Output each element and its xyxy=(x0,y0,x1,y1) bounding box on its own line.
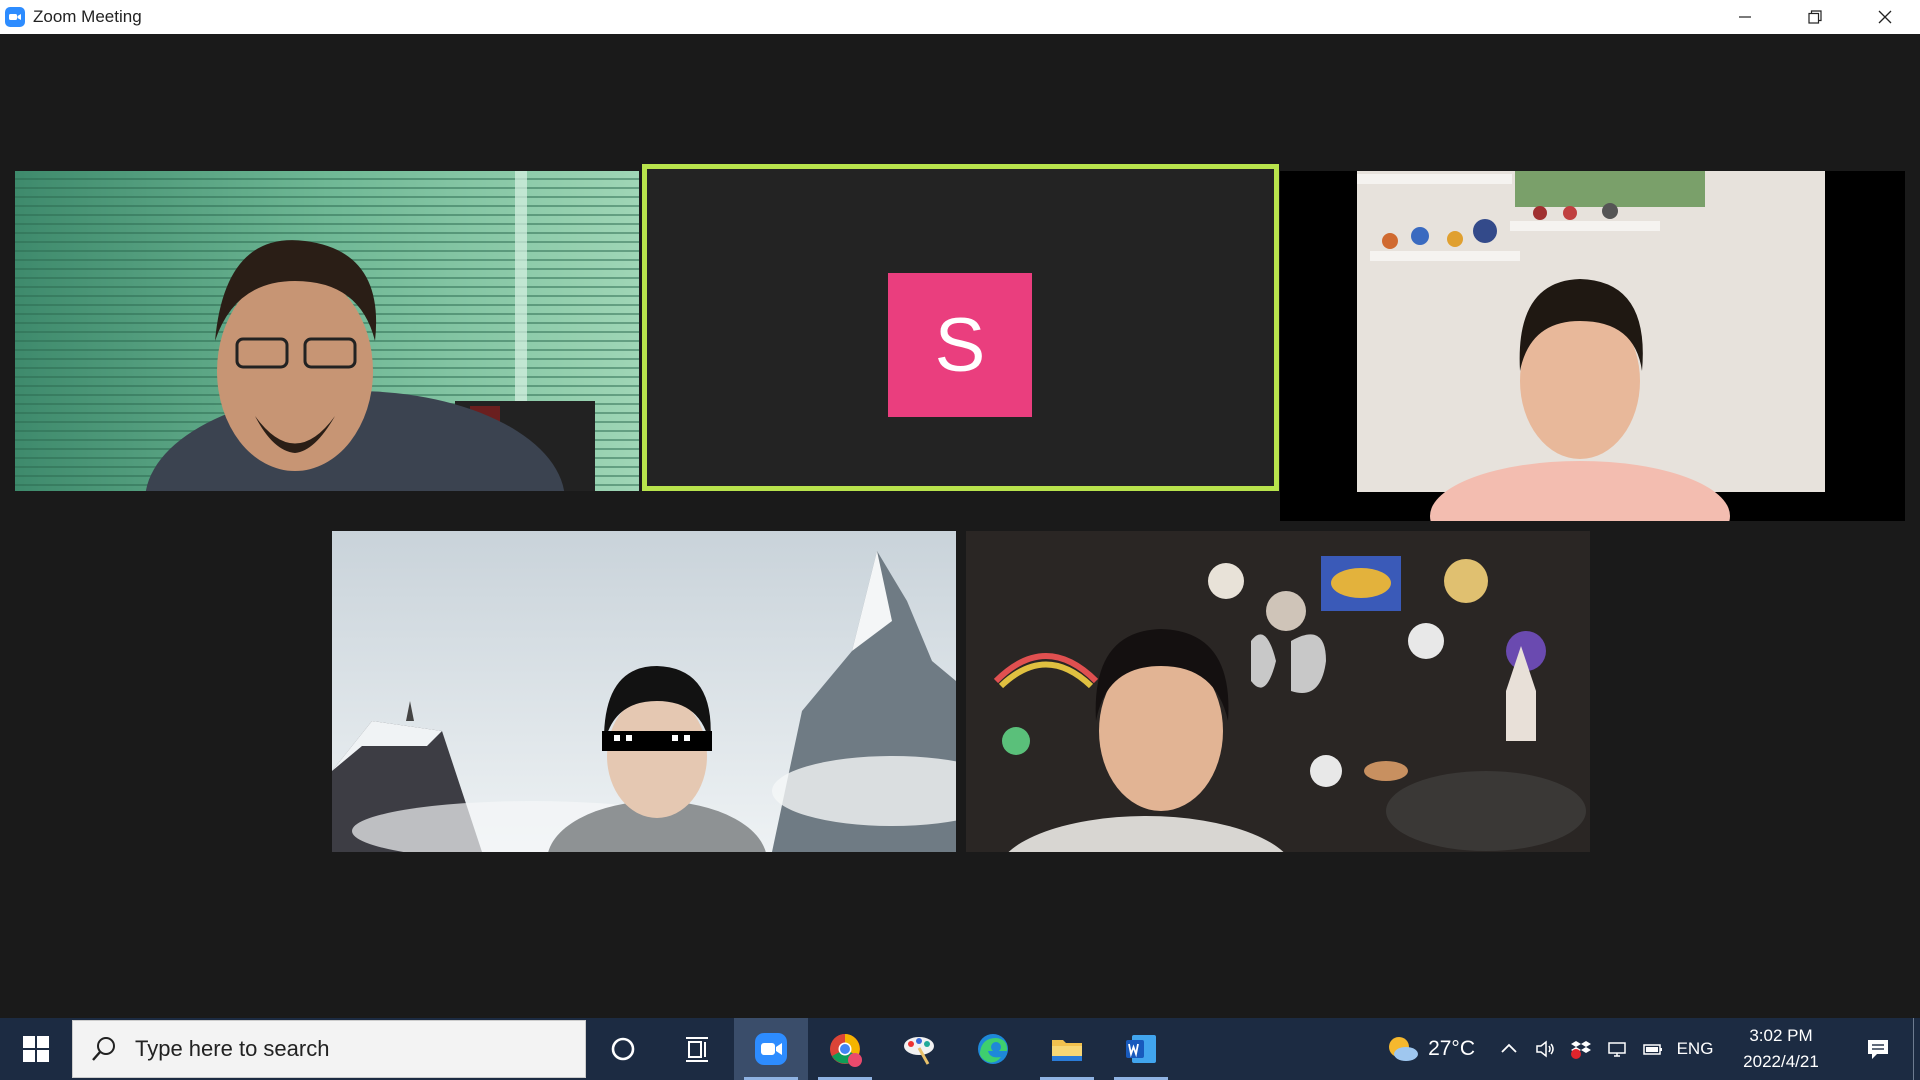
battery-icon xyxy=(1643,1044,1662,1055)
edge-icon xyxy=(978,1034,1008,1064)
dropbox-icon xyxy=(1571,1041,1591,1059)
notification-icon xyxy=(1868,1040,1888,1059)
taskbar-word[interactable] xyxy=(1104,1018,1178,1080)
restore-icon xyxy=(1808,10,1822,24)
close-button[interactable] xyxy=(1850,0,1920,34)
participant-video-3[interactable] xyxy=(1280,171,1905,521)
network-icon xyxy=(1608,1042,1626,1057)
system-tray: 27°C ENG 3:02 PM 2022/4/21 xyxy=(1386,1018,1920,1080)
volume-button[interactable] xyxy=(1527,1018,1563,1080)
word-icon xyxy=(1126,1035,1156,1063)
taskbar-edge[interactable] xyxy=(956,1018,1030,1080)
taskbar-zoom[interactable] xyxy=(734,1018,808,1080)
windows-logo-icon xyxy=(23,1036,49,1062)
clock-time: 3:02 PM xyxy=(1749,1026,1813,1045)
taskbar-clock[interactable]: 3:02 PM 2022/4/21 xyxy=(1719,1023,1843,1075)
cortana-button[interactable] xyxy=(586,1018,660,1080)
participant-tile-active-speaker[interactable]: S xyxy=(642,164,1279,491)
partly-cloudy-icon xyxy=(1389,1037,1419,1061)
participant-video-1[interactable] xyxy=(15,171,639,491)
file-explorer-icon xyxy=(1052,1040,1082,1061)
window-controls xyxy=(1710,0,1920,34)
taskbar-search-box[interactable] xyxy=(72,1020,586,1078)
battery-button[interactable] xyxy=(1635,1018,1671,1080)
taskbar-chrome[interactable] xyxy=(808,1018,882,1080)
participant-video-feed xyxy=(1357,171,1825,521)
window-title: Zoom Meeting xyxy=(33,7,142,26)
start-button[interactable] xyxy=(0,1018,72,1080)
minimize-icon xyxy=(1739,16,1751,18)
close-icon xyxy=(1878,10,1892,24)
taskbar-file-explorer[interactable] xyxy=(1030,1018,1104,1080)
participant-video-4[interactable] xyxy=(332,531,956,852)
network-button[interactable] xyxy=(1599,1018,1635,1080)
taskbar-paint[interactable] xyxy=(882,1018,956,1080)
show-hidden-icons-button[interactable] xyxy=(1491,1018,1527,1080)
search-icon xyxy=(92,1037,115,1061)
zoom-icon xyxy=(755,1033,787,1065)
task-view-icon xyxy=(686,1037,708,1062)
taskbar: 27°C xyxy=(0,1018,1920,1080)
input-language-indicator[interactable]: ENG xyxy=(1671,1039,1719,1059)
zoom-app-icon xyxy=(5,7,25,27)
dropbox-tray-button[interactable] xyxy=(1563,1018,1599,1080)
participant-video-feed xyxy=(966,531,1590,852)
chrome-icon xyxy=(830,1034,862,1067)
speaker-icon xyxy=(1536,1040,1554,1058)
weather-temperature: 27°C xyxy=(1428,1037,1475,1060)
participant-video-feed xyxy=(15,171,639,491)
participant-video-feed xyxy=(332,531,956,852)
restore-button[interactable] xyxy=(1780,0,1850,34)
meeting-gallery: S xyxy=(0,34,1920,1018)
task-view-button[interactable] xyxy=(660,1018,734,1080)
clock-date: 2022/4/21 xyxy=(1743,1052,1819,1071)
cortana-icon xyxy=(611,1037,635,1061)
weather-widget[interactable]: 27°C xyxy=(1386,1034,1475,1064)
search-input[interactable] xyxy=(133,1035,557,1063)
participant-avatar: S xyxy=(888,273,1032,417)
minimize-button[interactable] xyxy=(1710,0,1780,34)
window-titlebar: Zoom Meeting xyxy=(0,0,1920,34)
participant-video-5[interactable] xyxy=(966,531,1590,852)
action-center-button[interactable] xyxy=(1843,1018,1913,1080)
chevron-up-icon xyxy=(1501,1043,1517,1053)
show-desktop-button[interactable] xyxy=(1913,1018,1920,1080)
paint-icon xyxy=(904,1037,934,1065)
